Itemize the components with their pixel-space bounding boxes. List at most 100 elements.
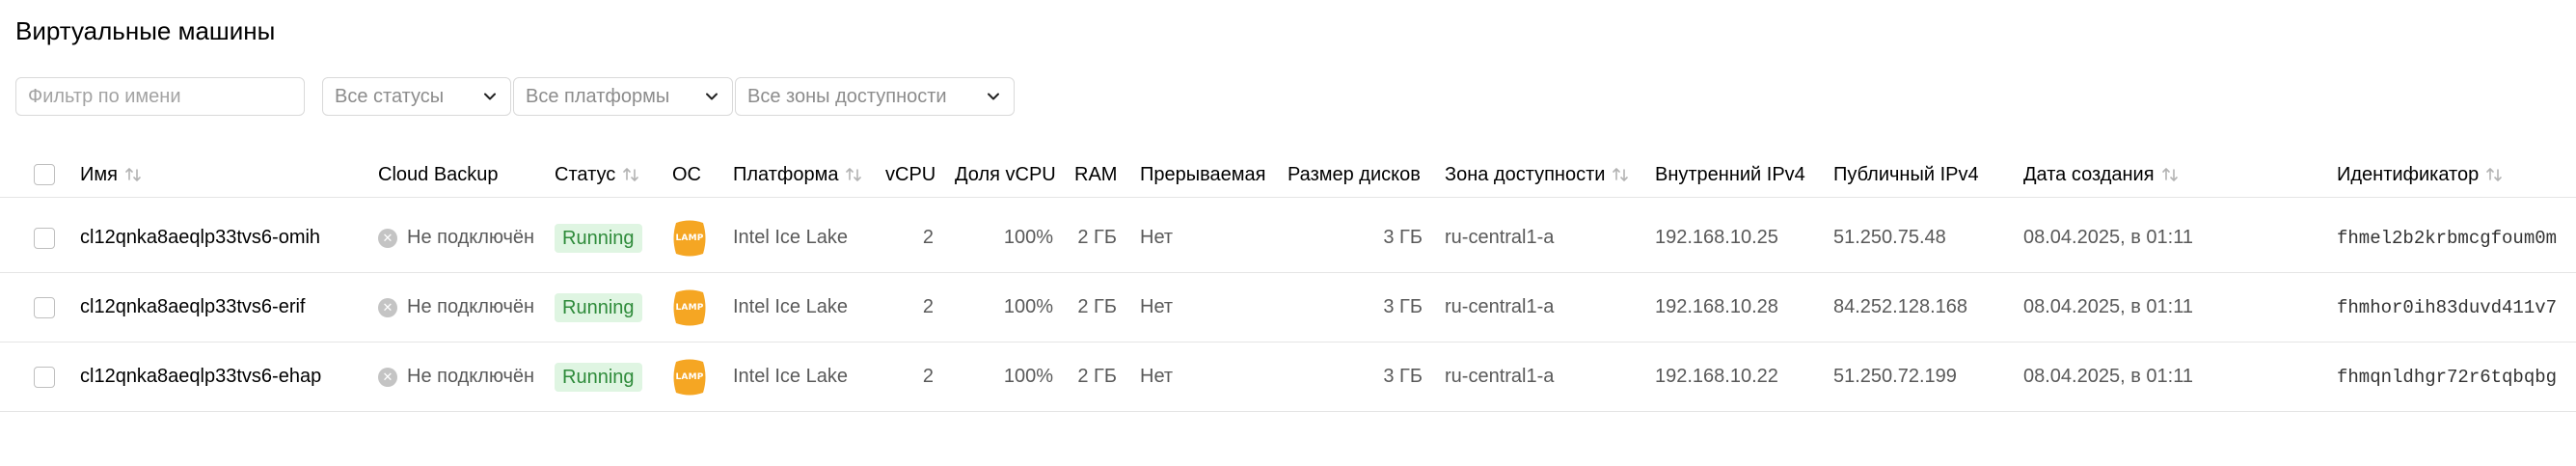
ram-value: 2 ГБ bbox=[1077, 366, 1117, 387]
sort-arrows-icon bbox=[623, 168, 639, 181]
sort-arrows-icon bbox=[125, 168, 141, 181]
sort-arrows-icon bbox=[2486, 168, 2503, 181]
name-filter-input[interactable] bbox=[15, 77, 305, 116]
disk-size-value: 3 ГБ bbox=[1383, 227, 1423, 248]
x-circle-icon: ✕ bbox=[378, 228, 397, 248]
sort-arrows-icon bbox=[846, 168, 862, 181]
status-cell: Running bbox=[555, 343, 642, 411]
os-cell: LAMP bbox=[672, 273, 707, 342]
column-header-status[interactable]: Статус bbox=[555, 152, 640, 197]
disk-size-value: 3 ГБ bbox=[1383, 366, 1423, 387]
chevron-down-icon bbox=[988, 93, 999, 100]
status-filter-select[interactable]: Все статусы bbox=[322, 77, 511, 116]
internal-ip-value: 192.168.10.25 bbox=[1655, 227, 1778, 248]
os-logo-label: LAMP bbox=[675, 233, 704, 243]
zone-value: ru-central1-a bbox=[1445, 227, 1555, 248]
zone-filter-value: Все зоны доступности bbox=[747, 85, 947, 107]
preemptible-value: Нет bbox=[1140, 366, 1174, 387]
ram-value: 2 ГБ bbox=[1077, 227, 1117, 248]
zone-filter-select[interactable]: Все зоны доступности bbox=[735, 77, 1015, 116]
row-checkbox[interactable] bbox=[34, 366, 55, 388]
x-circle-icon: ✕ bbox=[378, 367, 397, 387]
sort-arrows-icon bbox=[1613, 168, 1629, 181]
lamp-logo-icon: LAMP bbox=[672, 219, 707, 258]
vm-name[interactable]: cl12qnka8aeqlp33tvs6-erif bbox=[80, 273, 306, 342]
os-logo-label: LAMP bbox=[675, 371, 704, 382]
x-circle-icon: ✕ bbox=[378, 297, 397, 317]
column-header-preemptible: Прерываемая bbox=[1140, 163, 1266, 185]
backup-cell: ✕ Не подключён bbox=[378, 204, 534, 272]
vm-id-value: fhmhor0ih83duvd411v7 bbox=[2337, 296, 2558, 318]
column-header-platform-label: Платформа bbox=[733, 163, 839, 185]
vm-id-value: fhmqnldhgr72r6tqbqbg bbox=[2337, 366, 2558, 388]
select-all-cell bbox=[34, 152, 55, 197]
os-logo-label: LAMP bbox=[675, 302, 704, 313]
row-checkbox[interactable] bbox=[34, 296, 55, 318]
column-header-name-label: Имя bbox=[80, 163, 118, 185]
vcpu-value: 2 bbox=[922, 366, 934, 387]
column-header-os: ОС bbox=[672, 163, 701, 185]
preemptible-value: Нет bbox=[1140, 296, 1174, 317]
column-header-name[interactable]: Имя bbox=[80, 152, 143, 197]
table-row[interactable]: cl12qnka8aeqlp33tvs6-omih ✕ Не подключён… bbox=[0, 204, 2576, 273]
lamp-logo-icon: LAMP bbox=[672, 288, 707, 327]
internal-ip-value: 192.168.10.22 bbox=[1655, 366, 1778, 387]
backup-status: Не подключён bbox=[407, 296, 535, 317]
lamp-logo-icon: LAMP bbox=[672, 358, 707, 397]
row-checkbox[interactable] bbox=[34, 227, 55, 249]
column-header-vcpu: vCPU bbox=[885, 163, 936, 185]
chevron-down-icon bbox=[706, 93, 718, 100]
table-row[interactable]: cl12qnka8aeqlp33tvs6-ehap ✕ Не подключён… bbox=[0, 343, 2576, 412]
row-select-cell bbox=[34, 204, 55, 272]
column-header-id[interactable]: Идентификатор bbox=[2337, 152, 2504, 197]
vcpu-share-value: 100% bbox=[1003, 296, 1053, 317]
page-title: Виртуальные машины bbox=[15, 16, 276, 45]
created-value: 08.04.2025, в 01:11 bbox=[2023, 366, 2193, 387]
disk-size-value: 3 ГБ bbox=[1383, 296, 1423, 317]
row-select-cell bbox=[34, 273, 55, 342]
created-value: 08.04.2025, в 01:11 bbox=[2023, 296, 2193, 317]
vcpu-share-value: 100% bbox=[1003, 227, 1053, 248]
platform-filter-select[interactable]: Все платформы bbox=[513, 77, 733, 116]
table-header: Имя Cloud Backup Статус ОС Платформа vCP… bbox=[0, 152, 2576, 198]
public-ip-value: 51.250.72.199 bbox=[1833, 366, 1957, 387]
column-header-zone[interactable]: Зона доступности bbox=[1445, 152, 1630, 197]
backup-status: Не подключён bbox=[407, 366, 535, 387]
table-row[interactable]: cl12qnka8aeqlp33tvs6-erif ✕ Не подключён… bbox=[0, 273, 2576, 343]
column-header-disk-size: Размер дисков bbox=[1288, 163, 1421, 185]
vcpu-share-value: 100% bbox=[1003, 366, 1053, 387]
vm-name[interactable]: cl12qnka8aeqlp33tvs6-omih bbox=[80, 204, 320, 272]
public-ip-value: 51.250.75.48 bbox=[1833, 227, 1946, 248]
row-select-cell bbox=[34, 343, 55, 411]
column-header-vcpu-share: Доля vCPU bbox=[955, 163, 1056, 185]
status-cell: Running bbox=[555, 204, 642, 272]
platform-value: Intel Ice Lake bbox=[733, 296, 848, 317]
platform-value: Intel Ice Lake bbox=[733, 366, 848, 387]
column-header-created[interactable]: Дата создания bbox=[2023, 152, 2180, 197]
select-all-checkbox[interactable] bbox=[34, 164, 55, 185]
column-header-id-label: Идентификатор bbox=[2337, 163, 2480, 185]
sort-arrows-icon bbox=[2161, 168, 2178, 181]
platform-filter-value: Все платформы bbox=[526, 85, 670, 107]
ram-value: 2 ГБ bbox=[1077, 296, 1117, 317]
status-badge: Running bbox=[555, 223, 642, 253]
column-header-status-label: Статус bbox=[555, 163, 616, 185]
vm-id-value: fhmel2b2krbmcgfoum0m bbox=[2337, 227, 2558, 249]
platform-value: Intel Ice Lake bbox=[733, 227, 848, 248]
column-header-public-ip: Публичный IPv4 bbox=[1833, 163, 1979, 185]
backup-cell: ✕ Не подключён bbox=[378, 343, 534, 411]
status-cell: Running bbox=[555, 273, 642, 342]
backup-status: Не подключён bbox=[407, 227, 535, 248]
column-header-created-label: Дата создания bbox=[2023, 163, 2155, 185]
column-header-platform[interactable]: Платформа bbox=[733, 152, 863, 197]
vcpu-value: 2 bbox=[922, 296, 934, 317]
chevron-down-icon bbox=[484, 93, 496, 100]
internal-ip-value: 192.168.10.28 bbox=[1655, 296, 1778, 317]
status-badge: Running bbox=[555, 292, 642, 322]
status-filter-value: Все статусы bbox=[335, 85, 445, 107]
public-ip-value: 84.252.128.168 bbox=[1833, 296, 1968, 317]
os-cell: LAMP bbox=[672, 204, 707, 272]
column-header-backup: Cloud Backup bbox=[378, 163, 499, 185]
vm-name[interactable]: cl12qnka8aeqlp33tvs6-ehap bbox=[80, 343, 321, 411]
column-header-internal-ip: Внутренний IPv4 bbox=[1655, 163, 1805, 185]
